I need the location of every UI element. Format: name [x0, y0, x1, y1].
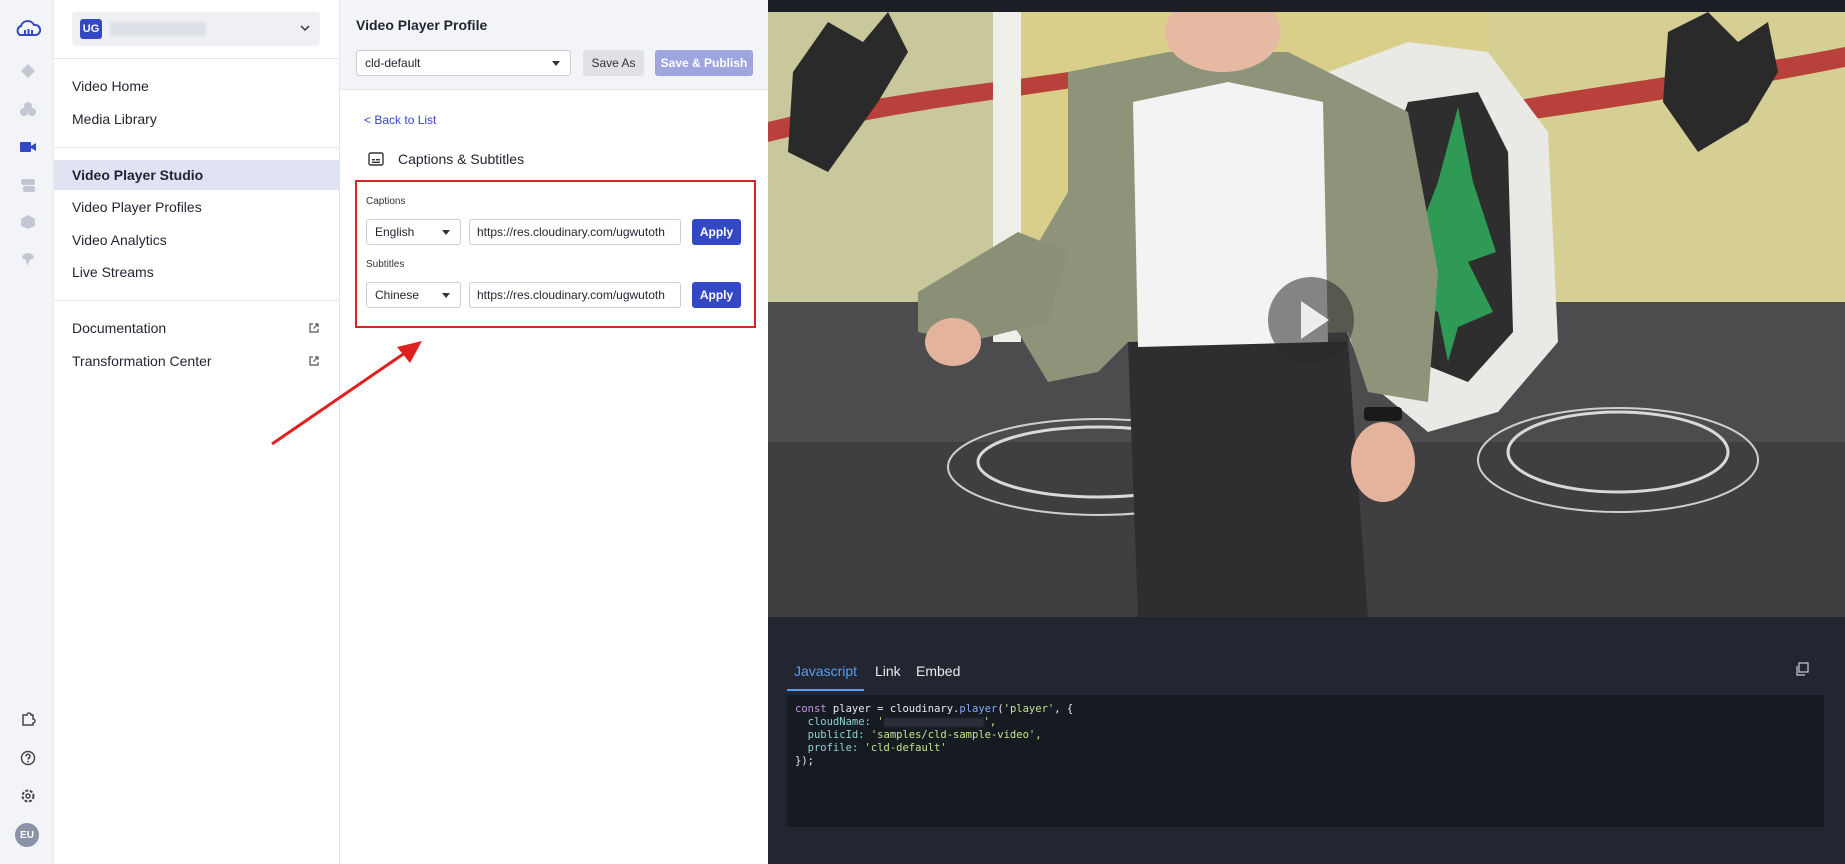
chevron-down-icon [300, 25, 310, 32]
video-player[interactable] [768, 12, 1845, 617]
video-icon[interactable] [19, 138, 37, 156]
back-to-list-link[interactable]: < Back to List [364, 113, 436, 127]
pin-icon[interactable] [19, 250, 37, 268]
diamond-icon[interactable] [19, 62, 37, 80]
puzzle-icon[interactable] [19, 711, 37, 729]
captions-icon [368, 152, 384, 166]
save-as-button[interactable]: Save As [583, 50, 644, 76]
subtitles-apply-button[interactable]: Apply [692, 282, 741, 308]
captions-url-input[interactable]: https://res.cloudinary.com/ugwutoth [469, 219, 681, 245]
code-token: player [959, 703, 998, 715]
code-token: ', [983, 716, 997, 728]
nav-divider [54, 58, 340, 59]
nav-item-video-player-studio[interactable]: Video Player Studio [54, 160, 340, 190]
captions-language-value: English [375, 225, 415, 239]
code-token: 'cld-default' [864, 742, 947, 754]
nav-item-video-player-profiles[interactable]: Video Player Profiles [54, 192, 340, 222]
code-token: 'player' [1003, 703, 1055, 715]
code-token: 'samples/cld-sample-video', [870, 729, 1042, 741]
code-token: publicId: [795, 729, 871, 741]
avatar[interactable]: EU [15, 823, 39, 847]
settings-icon[interactable] [19, 787, 37, 805]
captions-apply-button[interactable]: Apply [692, 219, 741, 245]
nav-item-label: Transformation Center [72, 353, 212, 369]
profile-header: Video Player Profile cld-default Save As… [340, 0, 768, 90]
code-panel: Javascript Link Embed const player = clo… [768, 617, 1845, 864]
code-token: , { [1054, 703, 1074, 715]
profile-select[interactable]: cld-default [356, 50, 571, 76]
captions-language-select[interactable]: English [366, 219, 461, 245]
subtitles-language-select[interactable]: Chinese [366, 282, 461, 308]
cloud-name-redacted [883, 717, 984, 727]
account-switcher[interactable]: UG [72, 12, 320, 46]
captions-label: Captions [366, 196, 406, 207]
nav-item-video-home[interactable]: Video Home [54, 71, 340, 101]
tab-javascript[interactable]: Javascript [787, 661, 865, 691]
caret-down-icon [442, 293, 450, 298]
nav-divider [54, 300, 340, 301]
tab-link[interactable]: Link [875, 661, 901, 691]
nav-item-video-analytics[interactable]: Video Analytics [54, 225, 340, 255]
page-title: Video Player Profile [356, 17, 488, 33]
code-token: player = cloudinary. [826, 703, 960, 715]
account-badge: UG [80, 19, 102, 39]
subtitles-label: Subtitles [366, 259, 405, 270]
nav-item-label: Documentation [72, 320, 167, 336]
help-icon[interactable] [19, 749, 37, 767]
code-token: profile: [795, 742, 865, 754]
code-token: cloudName: [795, 716, 878, 728]
caret-down-icon [552, 61, 560, 66]
code-snippet[interactable]: const player = cloudinary.player('player… [787, 695, 1824, 827]
account-name-redacted [110, 22, 206, 36]
code-token: const [795, 703, 827, 715]
code-token: }); [795, 755, 814, 767]
subtitles-language-value: Chinese [375, 288, 420, 302]
nav-item-live-streams[interactable]: Live Streams [54, 257, 340, 287]
cube-icon[interactable] [19, 213, 37, 231]
copy-icon[interactable] [1795, 662, 1809, 676]
assets-icon[interactable] [19, 100, 37, 118]
annotation-arrow [271, 341, 422, 446]
nav-divider [54, 147, 340, 148]
layers-icon[interactable] [19, 176, 37, 194]
cloud-logo-icon[interactable] [15, 20, 41, 38]
caret-down-icon [442, 230, 450, 235]
icon-rail: EU [0, 0, 54, 864]
nav-item-media-library[interactable]: Media Library [54, 104, 340, 134]
play-button[interactable] [1268, 277, 1354, 363]
preview-area: Javascript Link Embed const player = clo… [768, 0, 1845, 864]
profile-select-value: cld-default [365, 56, 421, 70]
save-publish-button[interactable]: Save & Publish [655, 50, 753, 76]
tab-embed[interactable]: Embed [916, 661, 960, 691]
section-title: Captions & Subtitles [398, 151, 525, 167]
subtitles-url-input[interactable]: https://res.cloudinary.com/ugwutoth [469, 282, 681, 308]
